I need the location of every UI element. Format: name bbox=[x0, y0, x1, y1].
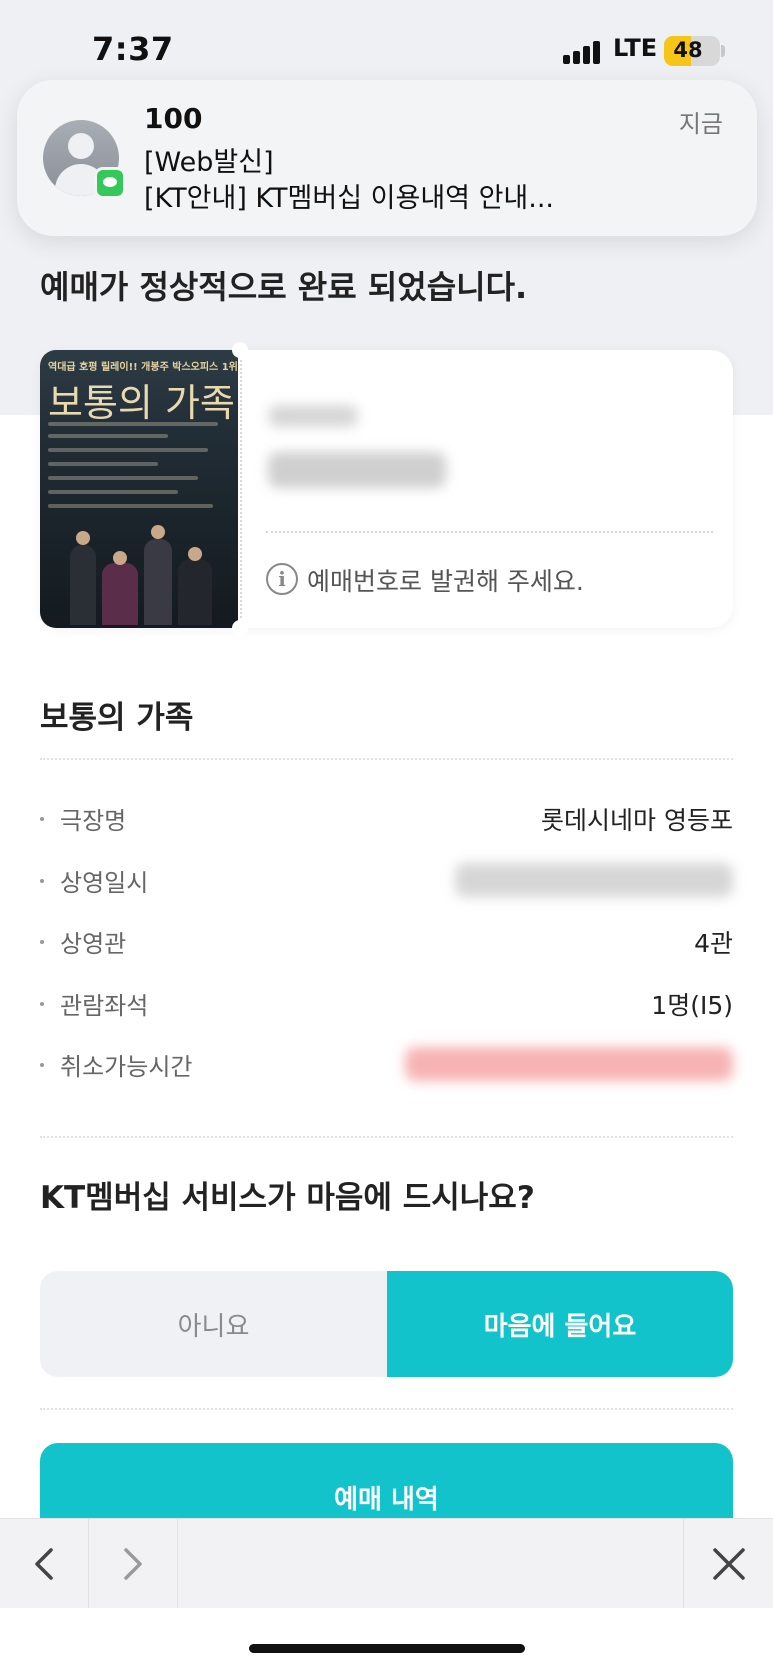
poster-review-line bbox=[48, 490, 178, 494]
network-type: LTE bbox=[613, 34, 658, 62]
back-button[interactable] bbox=[0, 1519, 88, 1609]
section-divider bbox=[40, 1408, 733, 1410]
battery-cap bbox=[721, 45, 725, 57]
notification-time: 지금 bbox=[678, 110, 723, 138]
redacted-cancel-time bbox=[405, 1047, 733, 1081]
poster-review-line bbox=[48, 476, 198, 480]
chevron-right-icon bbox=[124, 1548, 142, 1580]
redacted-showtime bbox=[455, 863, 733, 897]
chevron-left-icon bbox=[35, 1548, 53, 1580]
detail-row-seats: 관람좌석 1명(I5) bbox=[40, 986, 733, 1022]
detail-label: 극장명 bbox=[60, 807, 127, 835]
redacted-label bbox=[268, 405, 358, 427]
poster-title: 보통의 가족 bbox=[48, 381, 235, 425]
detail-label: 취소가능시간 bbox=[60, 1053, 193, 1081]
section-divider bbox=[40, 1136, 733, 1138]
notification-line-1: [Web발신] bbox=[144, 147, 274, 178]
poster-review-line bbox=[48, 422, 218, 426]
forward-button[interactable] bbox=[89, 1519, 177, 1609]
home-indicator-area bbox=[0, 1608, 773, 1673]
ticket-notice: 예매번호로 발권해 주세요. bbox=[307, 567, 584, 596]
detail-row-screen: 상영관 4관 bbox=[40, 924, 733, 960]
ticket-divider bbox=[266, 531, 713, 533]
bullet bbox=[40, 817, 44, 821]
notification-banner[interactable]: 100 지금 [Web발신] [KT안내] KT멤버십 이용내역 안내... bbox=[17, 80, 757, 236]
ticket-perforation bbox=[240, 360, 242, 618]
close-button[interactable] bbox=[684, 1519, 773, 1609]
movie-title: 보통의 가족 bbox=[40, 700, 194, 736]
detail-label: 관람좌석 bbox=[60, 992, 149, 1020]
notification-line-2: [KT안내] KT멤버십 이용내역 안내... bbox=[144, 183, 555, 214]
info-icon: i bbox=[266, 563, 298, 595]
detail-value: 롯데시네마 영등포 bbox=[541, 806, 733, 835]
movie-poster[interactable]: 역대급 호평 릴레이!! 개봉주 박스오피스 1위! 보통의 가족 bbox=[40, 350, 238, 628]
detail-row-showtime: 상영일시 bbox=[40, 863, 733, 899]
poster-review-line bbox=[48, 434, 168, 438]
toolbar-divider bbox=[177, 1519, 178, 1609]
messages-icon bbox=[94, 167, 126, 199]
survey-yes-button[interactable]: 마음에 들어요 bbox=[387, 1271, 733, 1377]
poster-review-line bbox=[48, 448, 208, 452]
detail-value: 4관 bbox=[694, 929, 733, 958]
bullet bbox=[40, 879, 44, 883]
poster-review-line bbox=[48, 504, 213, 508]
bullet bbox=[40, 1002, 44, 1006]
poster-review-line bbox=[48, 462, 158, 466]
survey-no-button[interactable]: 아니요 bbox=[40, 1271, 387, 1377]
ticket-notch bbox=[232, 620, 248, 636]
page-title: 예매가 정상적으로 완료 되었습니다. bbox=[40, 268, 528, 306]
detail-value: 1명(I5) bbox=[651, 991, 733, 1020]
detail-row-theater: 극장명 롯데시네마 영등포 bbox=[40, 801, 733, 837]
detail-label: 상영일시 bbox=[60, 869, 149, 897]
survey-question: KT멤버십 서비스가 마음에 드시나요? bbox=[40, 1180, 535, 1216]
detail-label: 상영관 bbox=[60, 930, 127, 958]
signal-strength-icon bbox=[563, 40, 603, 64]
home-indicator[interactable] bbox=[249, 1644, 525, 1653]
poster-figures-image bbox=[60, 525, 220, 625]
status-time: 7:37 bbox=[92, 30, 174, 68]
bullet bbox=[40, 1063, 44, 1067]
poster-tagline: 역대급 호평 릴레이!! 개봉주 박스오피스 1위! bbox=[48, 362, 238, 373]
battery-percentage: 48 bbox=[673, 38, 703, 62]
section-divider bbox=[40, 758, 733, 760]
bullet bbox=[40, 940, 44, 944]
ticket-notch bbox=[232, 342, 248, 358]
battery-icon: 48 bbox=[664, 36, 720, 66]
detail-row-cancel-deadline: 취소가능시간 bbox=[40, 1047, 733, 1083]
browser-toolbar bbox=[0, 1518, 773, 1609]
close-icon bbox=[712, 1548, 745, 1580]
redacted-booking-number bbox=[268, 452, 446, 488]
notification-sender: 100 bbox=[144, 102, 203, 135]
